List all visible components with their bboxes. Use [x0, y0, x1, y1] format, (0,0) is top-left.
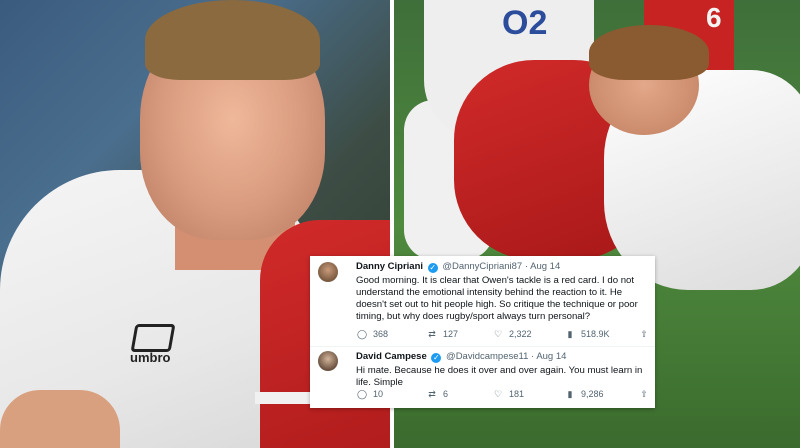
like-count: 2,322 — [509, 329, 532, 339]
views-button[interactable]: ▮ 9,286 — [564, 389, 604, 400]
views-count: 518.9K — [581, 329, 610, 339]
tweet-text: Hi mate. Because he does it over and ove… — [356, 365, 643, 388]
reply-icon: ◯ — [356, 329, 368, 339]
tweet-text: Good morning. It is clear that Owen's ta… — [356, 275, 638, 322]
tweet-date[interactable]: Aug 14 — [530, 261, 560, 272]
retweet-button[interactable]: ⇄ 6 — [426, 389, 448, 400]
views-icon: ▮ — [567, 389, 573, 399]
heart-icon: ♡ — [493, 389, 503, 399]
retweet-button[interactable]: ⇄ 127 — [426, 329, 458, 340]
views-icon: ▮ — [567, 329, 573, 339]
tweet-header: Danny Cipriani ✓ @DannyCipriani87 · Aug … — [356, 261, 560, 273]
reply-count: 368 — [373, 329, 389, 339]
player-hand — [0, 390, 120, 448]
umbro-logo-text: umbro — [130, 350, 171, 365]
tweet-date[interactable]: Aug 14 — [536, 351, 566, 362]
reply-icon: ◯ — [356, 389, 368, 399]
retweet-count: 6 — [443, 389, 449, 399]
jersey-number: 6 — [706, 2, 722, 33]
like-button[interactable]: ♡ 181 — [492, 389, 524, 400]
retweet-icon: ⇄ — [428, 389, 436, 399]
player-hair — [145, 0, 320, 80]
tweet-actions: ◯ 368 ⇄ 127 ♡ 2,322 ▮ 518.9K ⇧ — [356, 329, 648, 341]
tweet-actions: ◯ 10 ⇄ 6 ♡ 181 ▮ 9,286 ⇧ — [356, 389, 648, 401]
author-name[interactable]: Danny Cipriani — [356, 261, 423, 272]
reply-button[interactable]: ◯ 10 — [356, 389, 383, 400]
tweet[interactable]: Danny Cipriani ✓ @DannyCipriani87 · Aug … — [310, 256, 655, 346]
reply-button[interactable]: ◯ 368 — [356, 329, 388, 340]
tackler-hair — [589, 25, 709, 80]
share-button[interactable]: ⇧ — [638, 329, 655, 340]
like-count: 181 — [509, 389, 525, 399]
verified-icon: ✓ — [427, 263, 438, 273]
share-icon: ⇧ — [640, 389, 648, 399]
author-handle[interactable]: @Davidcampese11 — [446, 351, 528, 362]
verified-icon: ✓ — [431, 353, 442, 363]
share-button[interactable]: ⇧ — [638, 389, 655, 400]
retweet-icon: ⇄ — [428, 329, 436, 339]
o2-sponsor-text: O2 — [502, 4, 548, 42]
tweet-card: Danny Cipriani ✓ @DannyCipriani87 · Aug … — [310, 256, 655, 408]
tweet-header: David Campese ✓ @Davidcampese11 · Aug 14 — [356, 351, 566, 363]
like-button[interactable]: ♡ 2,322 — [492, 329, 532, 340]
umbro-logo-icon — [130, 324, 176, 352]
reply-count: 10 — [373, 389, 384, 399]
avatar[interactable] — [318, 262, 338, 282]
share-icon: ⇧ — [640, 329, 648, 339]
views-button[interactable]: ▮ 518.9K — [564, 329, 610, 340]
tweet-divider — [310, 346, 655, 347]
author-name[interactable]: David Campese — [356, 351, 427, 362]
views-count: 9,286 — [581, 389, 604, 399]
retweet-count: 127 — [443, 329, 459, 339]
author-handle[interactable]: @DannyCipriani87 — [442, 261, 522, 272]
avatar[interactable] — [318, 351, 338, 371]
heart-icon: ♡ — [493, 329, 503, 339]
tweet[interactable]: David Campese ✓ @Davidcampese11 · Aug 14… — [310, 349, 655, 407]
